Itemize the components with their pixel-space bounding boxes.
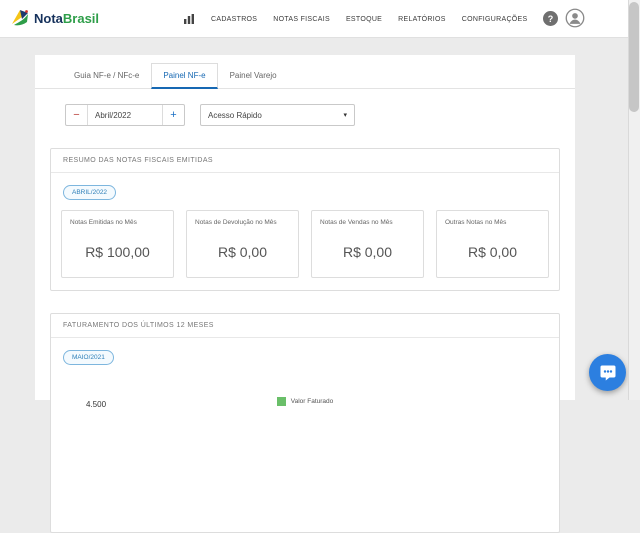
chevron-down-icon: ▾: [343, 112, 347, 119]
stat-card-vendas: Notas de Vendas no Mês R$ 0,00: [311, 210, 424, 278]
stat-label: Notas de Devolução no Mês: [195, 219, 277, 226]
controls-row: − Abril/2022 + Acesso Rápido ▾: [65, 104, 575, 126]
tab-guia-nfe[interactable]: Guia NF-e / NFc-e: [62, 63, 151, 88]
notabrasil-logo-icon: [12, 10, 28, 26]
quick-access-select[interactable]: Acesso Rápido ▾: [200, 104, 355, 126]
billing-section: FATURAMENTO DOS ÚLTIMOS 12 MESES MAIO/20…: [50, 313, 560, 533]
legend-swatch-green: [276, 397, 286, 406]
logo-text-brasil: Brasil: [62, 10, 100, 26]
user-avatar[interactable]: [565, 8, 585, 28]
stat-card-devolucao: Notas de Devolução no Mês R$ 0,00: [186, 210, 299, 278]
person-icon: [565, 8, 585, 28]
summary-month-badge: ABRIL/2022: [63, 185, 117, 200]
month-prev-button[interactable]: −: [66, 105, 88, 125]
top-header: NotaBrasil CADASTROS NOTAS FISCAIS ESTOQ…: [0, 0, 628, 38]
main-menu: CADASTROS NOTAS FISCAIS ESTOQUE RELATÓRI…: [183, 0, 528, 38]
bar-chart-icon: [184, 14, 194, 24]
vertical-scrollbar[interactable]: [628, 0, 640, 400]
tab-bar: Guia NF-e / NFc-e Painel NF-e Painel Var…: [35, 55, 575, 89]
main-panel: Guia NF-e / NFc-e Painel NF-e Painel Var…: [35, 55, 575, 533]
billing-month-badge: MAIO/2021: [63, 350, 114, 365]
help-button[interactable]: ?: [543, 11, 558, 26]
billing-section-body: MAIO/2021 Valor Faturado 4.500: [51, 338, 559, 418]
stat-label: Notas de Vendas no Mês: [320, 219, 393, 226]
menu-cadastros[interactable]: CADASTROS: [211, 16, 257, 23]
stat-value: R$ 0,00: [217, 244, 268, 260]
menu-dashboard[interactable]: [183, 13, 195, 25]
quick-access-value: Acesso Rápido: [208, 110, 262, 120]
chart-legend: Valor Faturado: [61, 397, 549, 406]
summary-section: RESUMO DAS NOTAS FISCAIS EMITIDAS ABRIL/…: [50, 148, 560, 291]
month-value: Abril/2022: [95, 110, 132, 120]
stat-value: R$ 0,00: [342, 244, 393, 260]
month-stepper: − Abril/2022 +: [65, 104, 185, 126]
tab-painel-nfe[interactable]: Painel NF-e: [151, 63, 218, 89]
billing-section-title: FATURAMENTO DOS ÚLTIMOS 12 MESES: [51, 314, 559, 338]
menu-configuracoes[interactable]: CONFIGURAÇÕES: [462, 16, 528, 23]
stat-value: R$ 0,00: [467, 244, 518, 260]
stat-label: Notas Emitidas no Mês: [70, 219, 137, 226]
summary-section-title: RESUMO DAS NOTAS FISCAIS EMITIDAS: [51, 149, 559, 173]
stat-card-emitidas: Notas Emitidas no Mês R$ 100,00: [61, 210, 174, 278]
stat-value: R$ 100,00: [85, 244, 150, 260]
stat-card-outras: Outras Notas no Mês R$ 0,00: [436, 210, 549, 278]
month-next-button[interactable]: +: [162, 105, 184, 125]
menu-estoque[interactable]: ESTOQUE: [346, 16, 382, 23]
menu-notas-fiscais[interactable]: NOTAS FISCAIS: [273, 16, 330, 23]
summary-section-body: ABRIL/2022 Notas Emitidas no Mês R$ 100,…: [51, 173, 559, 290]
legend-label: Valor Faturado: [290, 398, 334, 405]
app-logo[interactable]: NotaBrasil: [10, 8, 99, 28]
chat-launcher-button[interactable]: [589, 354, 626, 391]
chat-bubble-icon: [600, 365, 615, 380]
menu-relatorios[interactable]: RELATÓRIOS: [398, 16, 446, 23]
logo-text: NotaBrasil: [34, 11, 99, 26]
tab-painel-varejo[interactable]: Painel Varejo: [218, 63, 289, 88]
scrollbar-thumb[interactable]: [629, 2, 639, 112]
stat-cards-row: Notas Emitidas no Mês R$ 100,00 Notas de…: [61, 210, 549, 278]
y-axis-tick: 4.500: [86, 400, 107, 409]
logo-text-nota: Nota: [34, 10, 63, 26]
stat-label: Outras Notas no Mês: [445, 219, 507, 226]
